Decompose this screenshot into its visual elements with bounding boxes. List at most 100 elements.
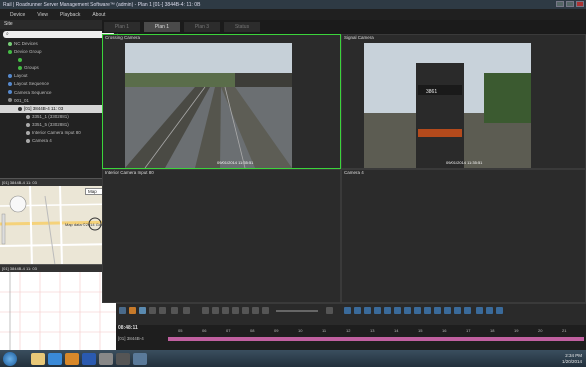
tab-plan-2[interactable]: Plan 1 bbox=[144, 22, 180, 32]
camera-pane-4[interactable]: Camera 4 bbox=[341, 169, 586, 303]
layout-12-icon[interactable] bbox=[454, 307, 461, 314]
tree-item-blank[interactable] bbox=[0, 56, 117, 64]
snapshot-icon[interactable] bbox=[129, 307, 136, 314]
taskbar: 2:34 PM 1/20/2014 bbox=[0, 350, 586, 367]
group-icon bbox=[18, 58, 22, 62]
link-icon[interactable] bbox=[496, 307, 503, 314]
pane-label: Interior Camera Input 80 bbox=[105, 170, 154, 175]
search-icon[interactable] bbox=[119, 307, 126, 314]
timeline-tick-label: 11 bbox=[322, 328, 327, 333]
timeline-tick-label: 09 bbox=[274, 328, 279, 333]
tree-item-nc-devices[interactable]: NC Devices bbox=[0, 40, 117, 48]
layout-7-icon[interactable] bbox=[404, 307, 411, 314]
search-input[interactable]: ⌕ bbox=[3, 31, 114, 38]
tree-item-layout[interactable]: Layout bbox=[0, 72, 117, 80]
search-icon: ⌕ bbox=[6, 31, 9, 37]
camera-pane-crossing[interactable]: Crossing Camera 09/01/2014 11:35:51 bbox=[102, 34, 341, 169]
tab-plan-3[interactable]: Plan 3 bbox=[184, 22, 220, 32]
step-back-icon[interactable] bbox=[212, 307, 219, 314]
timeline-tick-label: 14 bbox=[394, 328, 399, 333]
roadrunner-icon[interactable] bbox=[133, 352, 147, 365]
browser-icon[interactable] bbox=[48, 352, 62, 365]
layout-10-icon[interactable] bbox=[434, 307, 441, 314]
step-forward-icon[interactable] bbox=[252, 307, 259, 314]
menu-view[interactable]: View bbox=[37, 12, 48, 18]
layout-3x3-icon[interactable] bbox=[364, 307, 371, 314]
menu-playback[interactable]: Playback bbox=[60, 12, 80, 18]
tree-item-001[interactable]: 001_01 bbox=[0, 97, 117, 105]
tree-item-camera[interactable]: 3351_5 (3302881) bbox=[0, 121, 117, 129]
speed-slider[interactable] bbox=[276, 310, 318, 312]
plan-tabs: Plan 1 Plan 1 Plan 3 Status bbox=[102, 20, 586, 33]
pane-label: Signal Camera bbox=[344, 35, 374, 40]
maximize-button[interactable] bbox=[566, 1, 574, 7]
site-icon bbox=[8, 98, 12, 103]
play-icon[interactable] bbox=[232, 307, 239, 314]
minimize-button[interactable] bbox=[556, 1, 564, 7]
timeline-track-label: [01] 3844B-4 bbox=[118, 336, 144, 341]
app-icon[interactable] bbox=[116, 352, 130, 365]
layout-6-icon[interactable] bbox=[394, 307, 401, 314]
layout-1x1-icon[interactable] bbox=[344, 307, 351, 314]
settings-icon[interactable] bbox=[159, 307, 166, 314]
device-icon bbox=[8, 41, 12, 46]
tab-plan-1[interactable]: Plan 1 bbox=[104, 22, 140, 32]
camera-pane-signal[interactable]: Signal Camera 3861 09/01/2014 11:35:51 bbox=[341, 34, 586, 169]
clock[interactable]: 2:34 PM 1/20/2014 bbox=[562, 353, 582, 365]
layout-5-icon[interactable] bbox=[384, 307, 391, 314]
fullscreen-icon[interactable] bbox=[476, 307, 483, 314]
pane-label: Camera 4 bbox=[344, 170, 364, 175]
menu-about[interactable]: About bbox=[92, 12, 105, 18]
group-icon bbox=[18, 66, 22, 71]
timeline-tick-label: 10 bbox=[298, 328, 303, 333]
zoom-icon[interactable] bbox=[183, 307, 190, 314]
tree-item-camera[interactable]: Camera 4 bbox=[0, 137, 117, 145]
graph-header: [01] 3844B-4 11: 03 bbox=[0, 265, 118, 272]
export-icon[interactable] bbox=[139, 307, 146, 314]
stop-icon[interactable] bbox=[222, 307, 229, 314]
timeline-tick-label: 05 bbox=[178, 328, 183, 333]
tab-status[interactable]: Status bbox=[224, 22, 260, 32]
word-icon[interactable] bbox=[82, 352, 96, 365]
map-panel[interactable]: [01] 3844B-4 11: 03 Map data ©2014 Googl… bbox=[0, 178, 118, 265]
map-view[interactable]: Map data ©2014 Google bbox=[0, 186, 118, 265]
tree-item-selected-device[interactable]: [01] 3844B-4 11: 03 bbox=[0, 104, 103, 113]
tree-item-camera-sequence[interactable]: Camera Sequence bbox=[0, 89, 117, 97]
timeline-header bbox=[116, 317, 586, 325]
layout-11-icon[interactable] bbox=[444, 307, 451, 314]
rewind-icon[interactable] bbox=[202, 307, 209, 314]
camera-icon bbox=[26, 114, 30, 119]
pane-label: Crossing Camera bbox=[105, 35, 141, 40]
start-button[interactable] bbox=[3, 351, 17, 366]
close-button[interactable] bbox=[576, 1, 584, 7]
fast-forward-icon[interactable] bbox=[262, 307, 269, 314]
menu-device[interactable]: Device bbox=[10, 12, 25, 18]
timeline-tick-label: 21 bbox=[562, 328, 567, 333]
layout-9-icon[interactable] bbox=[424, 307, 431, 314]
camera-pane-interior[interactable]: Interior Camera Input 80 bbox=[102, 169, 341, 303]
app-icon[interactable] bbox=[99, 352, 113, 365]
layout-13-icon[interactable] bbox=[464, 307, 471, 314]
menu-bar: Device View Playback About bbox=[0, 9, 586, 20]
file-explorer-icon[interactable] bbox=[31, 352, 45, 365]
layout-8-icon[interactable] bbox=[414, 307, 421, 314]
layout-2x2-icon[interactable] bbox=[354, 307, 361, 314]
layout-icon[interactable] bbox=[149, 307, 156, 314]
audio-icon[interactable] bbox=[486, 307, 493, 314]
device-icon bbox=[18, 106, 22, 111]
tree-item-camera[interactable]: Interior Camera Input 80 bbox=[0, 129, 117, 137]
camera-icon bbox=[26, 122, 30, 127]
layout-4x4-icon[interactable] bbox=[374, 307, 381, 314]
tree-item-device-group[interactable]: Device Group bbox=[0, 48, 117, 56]
tree-item-groups[interactable]: Groups bbox=[0, 64, 117, 72]
pause-icon[interactable] bbox=[242, 307, 249, 314]
camera-icon bbox=[26, 138, 30, 143]
recording-track[interactable] bbox=[168, 337, 584, 341]
graph-panel: [01] 3844B-4 11: 03 bbox=[0, 264, 118, 351]
media-icon[interactable] bbox=[65, 352, 79, 365]
timeline[interactable]: 08:48:11 05 06 07 08 09 10 11 12 13 14 15 16 17 18 19 2… bbox=[116, 317, 586, 350]
tree-item-layout-sequence[interactable]: Layout Sequence bbox=[0, 80, 117, 88]
list-icon[interactable] bbox=[171, 307, 178, 314]
speed-graph bbox=[0, 272, 118, 351]
tree-item-camera[interactable]: 3351_1 (3302881) bbox=[0, 113, 117, 121]
